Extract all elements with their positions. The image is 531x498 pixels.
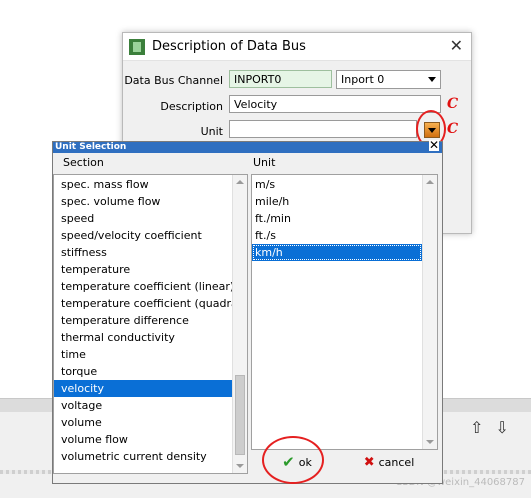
section-list[interactable]: spec. mass flow spec. volume flow speed spe… — [53, 174, 248, 474]
close-icon[interactable]: ✕ — [428, 139, 439, 151]
unit-items: m/s mile/h ft./min ft./s km/h — [252, 175, 437, 261]
section-item[interactable]: voltage — [54, 397, 232, 414]
description-field[interactable]: Velocity — [229, 95, 441, 113]
inport-select-value: Inport 0 — [341, 73, 385, 86]
unit-item[interactable]: ft./s — [252, 227, 422, 244]
section-item[interactable]: temperature coefficient (quadratic) — [54, 295, 247, 312]
unit-field[interactable] — [229, 120, 417, 138]
channel-label: Data Bus Channel — [124, 74, 223, 87]
unit-selection-titlebar: Unit Selection ✕ — [53, 139, 442, 153]
unit-selection-title: Unit Selection — [55, 142, 127, 152]
unit-list[interactable]: m/s mile/h ft./min ft./s km/h — [251, 174, 438, 450]
section-item[interactable]: velocity — [54, 380, 232, 397]
section-item[interactable]: speed/velocity coefficient — [54, 227, 232, 244]
down-arrow-icon[interactable]: ⇩ — [495, 418, 508, 437]
section-item[interactable]: torque — [54, 363, 232, 380]
app-icon — [129, 38, 145, 55]
section-item[interactable]: temperature coefficient (linear) — [54, 278, 234, 295]
inport-select[interactable]: Inport 0 — [336, 70, 441, 89]
section-item[interactable]: temperature difference — [54, 312, 232, 329]
section-header: Section — [63, 156, 104, 169]
scroll-thumb[interactable] — [235, 375, 245, 455]
section-items: spec. mass flow spec. volume flow speed spe… — [54, 175, 247, 465]
annotation-mark: C — [447, 121, 459, 137]
unit-item[interactable]: mile/h — [252, 193, 422, 210]
unit-selection-dialog: Unit Selection ✕ Section Unit spec. mass… — [52, 139, 443, 484]
description-label: Description — [160, 100, 223, 113]
up-arrow-icon[interactable]: ⇧ — [470, 418, 483, 437]
description-dialog-titlebar: Description of Data Bus ✕ — [123, 33, 471, 61]
section-item[interactable]: volumetric current density — [54, 448, 232, 465]
section-item[interactable]: volume flow — [54, 431, 232, 448]
section-item[interactable]: spec. mass flow — [54, 176, 232, 193]
scroll-up-icon[interactable] — [236, 180, 244, 184]
unit-item[interactable]: km/h — [252, 244, 422, 261]
cancel-label: cancel — [378, 455, 415, 469]
annotation-mark: C — [447, 96, 459, 112]
section-item[interactable]: volume — [54, 414, 232, 431]
background-nav-arrows: ⇧ ⇩ — [470, 418, 509, 437]
section-item[interactable]: time — [54, 346, 232, 363]
annotation-circle — [262, 436, 324, 484]
section-item[interactable]: thermal conductivity — [54, 329, 232, 346]
unit-scrollbar[interactable] — [422, 175, 437, 449]
section-item[interactable]: stiffness — [54, 244, 232, 261]
unit-item[interactable]: ft./min — [252, 210, 422, 227]
section-scrollbar[interactable] — [232, 175, 247, 473]
cancel-button[interactable]: ✖ cancel — [353, 450, 425, 474]
scroll-up-icon[interactable] — [426, 180, 434, 184]
close-icon[interactable]: ✕ — [450, 36, 463, 55]
close-icon: ✖ — [363, 454, 375, 470]
dialog-title: Description of Data Bus — [152, 39, 306, 54]
section-item[interactable]: spec. volume flow — [54, 193, 232, 210]
unit-item[interactable]: m/s — [252, 176, 422, 193]
section-item[interactable]: speed — [54, 210, 232, 227]
section-item[interactable]: temperature — [54, 261, 232, 278]
channel-field[interactable]: INPORT0 — [229, 70, 332, 88]
chevron-down-icon — [428, 77, 436, 82]
scroll-down-icon[interactable] — [236, 464, 244, 468]
unit-header: Unit — [253, 156, 276, 169]
scroll-down-icon[interactable] — [426, 440, 434, 444]
unit-label: Unit — [200, 125, 223, 138]
